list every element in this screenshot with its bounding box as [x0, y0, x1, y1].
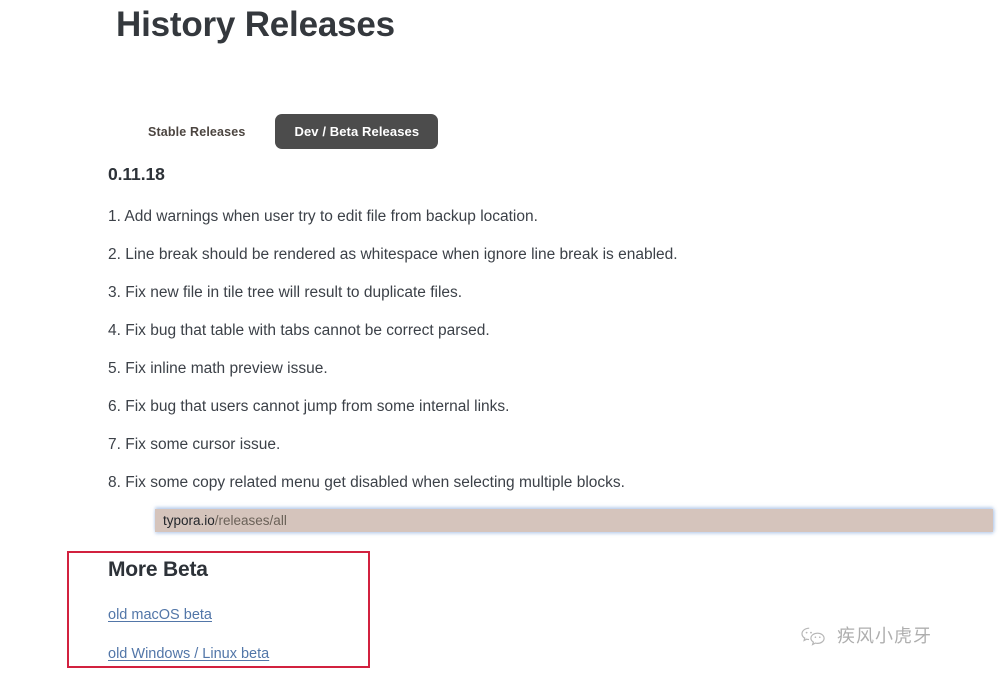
more-beta-links: old macOS beta old Windows / Linux beta: [108, 606, 269, 684]
url-path: /releases/all: [214, 512, 287, 528]
tab-dev-beta-releases[interactable]: Dev / Beta Releases: [275, 114, 439, 149]
list-item: 3. Fix new file in tile tree will result…: [108, 284, 463, 301]
url-text: typora.io/releases/all: [163, 513, 287, 529]
more-beta-heading: More Beta: [108, 558, 208, 581]
list-item: 1. Add warnings when user try to edit fi…: [108, 208, 538, 225]
page-title: History Releases: [116, 5, 395, 44]
page-root: History Releases Stable Releases Dev / B…: [0, 0, 999, 683]
list-item: 4. Fix bug that table with tabs cannot b…: [108, 322, 490, 339]
list-item: 7. Fix some cursor issue.: [108, 436, 281, 453]
list-item: 8. Fix some copy related menu get disabl…: [108, 474, 625, 491]
release-channel-tabs: Stable Releases Dev / Beta Releases: [146, 114, 439, 149]
list-item: 2. Line break should be rendered as whit…: [108, 246, 678, 263]
release-notes-list: 1. Add warnings when user try to edit fi…: [108, 206, 928, 510]
tab-stable-releases[interactable]: Stable Releases: [146, 120, 247, 144]
watermark: 疾风小虎牙: [800, 626, 932, 648]
url-status-bar[interactable]: typora.io/releases/all: [155, 509, 993, 532]
watermark-text: 疾风小虎牙: [837, 626, 932, 647]
link-old-windows-linux-beta[interactable]: old Windows / Linux beta: [108, 645, 269, 664]
link-old-macos-beta[interactable]: old macOS beta: [108, 606, 269, 625]
list-item: 5. Fix inline math preview issue.: [108, 360, 328, 377]
wechat-bubbles-icon: [800, 626, 830, 648]
url-host: typora.io: [163, 512, 215, 528]
release-version-heading: 0.11.18: [108, 164, 165, 184]
list-item: 6. Fix bug that users cannot jump from s…: [108, 398, 510, 415]
